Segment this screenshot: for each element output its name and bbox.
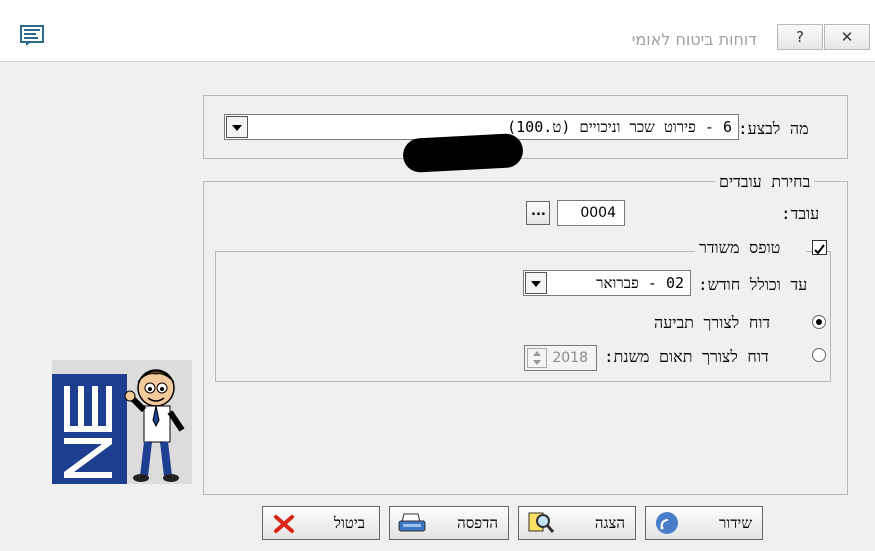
action-label: מה לבצע: <box>738 119 809 138</box>
window-title: דוחות ביטוח לאומי <box>631 30 757 49</box>
reconciliation-report-radio[interactable] <box>812 348 826 362</box>
display-label: הצגה <box>594 514 625 532</box>
cancel-button[interactable]: ביטול <box>262 506 380 540</box>
printed-form-checkbox[interactable] <box>812 240 827 255</box>
print-button[interactable]: הדפסה <box>389 506 509 540</box>
claim-report-radio[interactable] <box>812 315 826 329</box>
printer-icon <box>398 512 426 538</box>
redacted-employee-name <box>402 132 524 174</box>
transmit-label: שידור <box>719 514 752 532</box>
employee-label: עובד: <box>781 204 820 223</box>
action-select-value: 6 - פירוט שכר וניכויים (ט.100) <box>507 118 732 136</box>
reconciliation-report-label: דוח לצורך תאום משנת: <box>604 347 769 366</box>
national-insurance-logo <box>52 360 192 484</box>
app-icon <box>20 25 44 47</box>
claim-report-label: דוח לצורך תביעה <box>654 313 771 332</box>
transmit-button[interactable]: שידור <box>645 506 763 540</box>
printed-form-label: טופס משודר <box>695 238 807 258</box>
employee-field[interactable]: 0004 <box>557 200 625 226</box>
through-month-value: 02 - פברואר <box>596 274 684 292</box>
close-icon: ✕ <box>840 28 854 46</box>
spinner-icon[interactable] <box>527 348 547 368</box>
print-label: הדפסה <box>457 514 498 532</box>
close-button[interactable]: ✕ <box>824 24 870 50</box>
cancel-icon <box>273 514 295 538</box>
magnifier-icon <box>527 511 555 539</box>
employee-lookup-button[interactable]: ... <box>526 201 550 225</box>
help-icon: ? <box>796 28 804 46</box>
through-month-label: עד וכולל חודש: <box>698 275 808 294</box>
cancel-label: ביטול <box>333 514 365 532</box>
through-month-select[interactable]: 02 - פברואר <box>523 270 691 296</box>
help-button[interactable]: ? <box>777 24 823 50</box>
signal-icon <box>654 512 680 538</box>
reconciliation-year-spinner[interactable]: 2018 <box>524 345 597 371</box>
chevron-down-icon[interactable] <box>226 116 248 138</box>
ellipsis-icon: ... <box>531 204 546 219</box>
chevron-down-icon[interactable] <box>525 272 547 294</box>
title-bar: דוחות ביטוח לאומי ? ✕ <box>0 0 875 62</box>
employees-group-title: בחירת עובדים <box>715 172 815 192</box>
checkmark-icon <box>814 244 825 255</box>
display-button[interactable]: הצגה <box>518 506 636 540</box>
